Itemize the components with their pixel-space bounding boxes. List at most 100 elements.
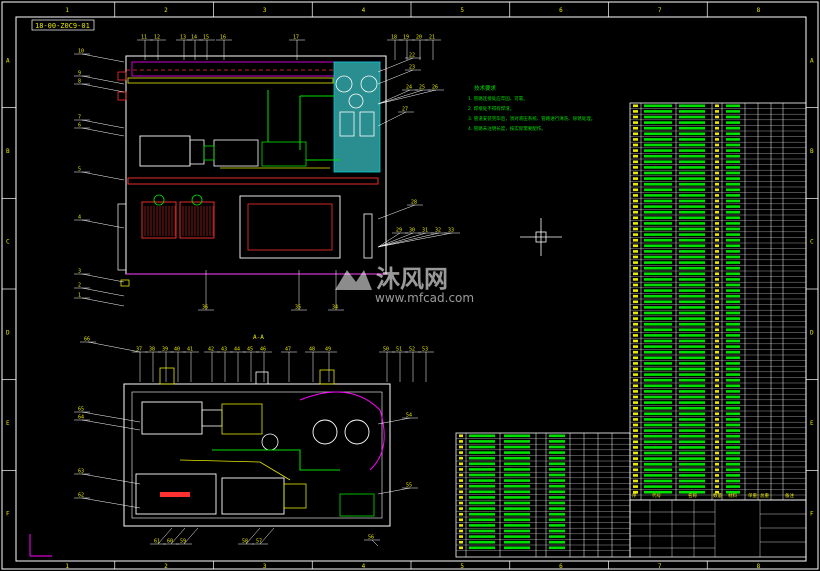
bom-qty-stub bbox=[715, 322, 719, 326]
zone-label-right: C bbox=[810, 239, 814, 246]
bom-num-stub bbox=[633, 132, 638, 136]
bom-num-stub bbox=[633, 362, 638, 365]
bom-text-stub bbox=[644, 300, 672, 304]
tech-requirements: 技术要求 1. 管路连接处应牢固、可靠。 2. 焊接处不得有焊渣。 3. 管道安装完毕… bbox=[468, 84, 595, 132]
bom-qty-stub bbox=[715, 177, 719, 180]
bom-text-stub bbox=[679, 418, 705, 421]
bom-num-stub bbox=[459, 501, 463, 505]
bom-num-stub bbox=[633, 390, 638, 393]
zone-label-left: D bbox=[6, 329, 10, 336]
bom-text-stub bbox=[726, 434, 740, 438]
bom-text-stub bbox=[679, 334, 705, 337]
filter-left bbox=[141, 201, 177, 239]
bom-qty-stub bbox=[715, 356, 719, 360]
motor-body bbox=[139, 135, 191, 167]
bom-qty-stub bbox=[715, 238, 719, 242]
zone-label-right: F bbox=[810, 511, 814, 518]
bom-qty-stub bbox=[715, 429, 719, 432]
bom-text-stub bbox=[679, 367, 705, 371]
part-number: 16 bbox=[220, 35, 226, 41]
bom-text-stub bbox=[679, 457, 705, 460]
part-number: 48 bbox=[309, 347, 315, 353]
part-number: 23 bbox=[409, 65, 415, 71]
bom-text-stub bbox=[679, 311, 705, 315]
part-number: 38 bbox=[149, 347, 155, 353]
bom-text-stub bbox=[726, 317, 740, 320]
bom-text-stub bbox=[726, 154, 740, 158]
bom-text-stub bbox=[644, 250, 672, 253]
bom-text-stub bbox=[644, 334, 672, 337]
zone-label-top: 8 bbox=[757, 7, 761, 14]
zone-label-top: 1 bbox=[65, 7, 69, 14]
cad-drawing-canvas[interactable]: 1122334455667788AABBCCDDEEFF 18-00-Z0C9-… bbox=[0, 0, 820, 571]
bom-text-stub bbox=[504, 518, 530, 522]
bom-text-stub bbox=[549, 434, 565, 438]
bom-text-stub bbox=[679, 238, 705, 242]
part-number: 45 bbox=[247, 347, 253, 353]
bom-text-stub bbox=[469, 473, 495, 477]
bom-text-stub bbox=[644, 356, 672, 360]
bom-num-stub bbox=[459, 440, 463, 443]
title-block bbox=[629, 499, 807, 558]
bom-num-stub bbox=[633, 412, 638, 416]
bom-num-stub bbox=[633, 395, 638, 399]
bom-text-stub bbox=[726, 300, 740, 304]
bom-num-stub bbox=[459, 535, 463, 538]
bom-text-stub bbox=[644, 390, 672, 393]
part-number: 1 bbox=[78, 293, 81, 299]
leader-line bbox=[81, 53, 125, 63]
bom-text-stub bbox=[504, 440, 530, 443]
bom-num-stub bbox=[459, 451, 463, 454]
bom-text-stub bbox=[726, 110, 740, 113]
bom-text-stub bbox=[679, 149, 705, 152]
bom-text-stub bbox=[679, 440, 705, 444]
bom-text-stub bbox=[549, 535, 565, 538]
bom-qty-stub bbox=[715, 339, 719, 343]
bom-header-label: 备注 bbox=[785, 492, 794, 499]
bom-qty-stub bbox=[715, 406, 719, 410]
bom-text-stub bbox=[549, 440, 565, 443]
bom-num-stub bbox=[633, 294, 638, 298]
bom-text-stub bbox=[644, 160, 672, 164]
bom-text-stub bbox=[726, 278, 740, 281]
bom-num-stub bbox=[633, 434, 638, 438]
port-1 bbox=[117, 71, 127, 81]
bom-text-stub bbox=[644, 177, 672, 180]
bom-num-stub bbox=[633, 423, 638, 427]
part-number: 9 bbox=[78, 71, 81, 77]
bom-text-stub bbox=[644, 126, 672, 130]
bom-qty-stub bbox=[715, 233, 719, 236]
zone-label-top: 5 bbox=[460, 7, 464, 14]
bom-num-stub bbox=[459, 524, 463, 527]
bom-num-stub bbox=[633, 429, 638, 432]
bom-text-stub bbox=[679, 406, 705, 410]
bom-num-stub bbox=[633, 317, 638, 320]
bom-text-stub bbox=[549, 462, 565, 466]
leader-line bbox=[377, 487, 411, 495]
bom-text-stub bbox=[469, 518, 495, 522]
part-number: 20 bbox=[416, 35, 422, 41]
bom-text-stub bbox=[726, 474, 740, 477]
bom-text-stub bbox=[504, 473, 530, 477]
part-number: 2 bbox=[78, 283, 81, 289]
leader-line bbox=[183, 527, 199, 545]
bom-num-stub bbox=[633, 440, 638, 444]
bom-qty-stub bbox=[715, 283, 719, 287]
bom-text-stub bbox=[644, 289, 672, 292]
lifting-lug-1 bbox=[159, 367, 175, 385]
bom-text-stub bbox=[549, 456, 565, 460]
leader-line bbox=[81, 419, 141, 431]
zone-label-left: C bbox=[6, 239, 10, 246]
bom-text-stub bbox=[644, 121, 672, 124]
bom-text-stub bbox=[679, 350, 705, 354]
zone-label-top: 7 bbox=[658, 7, 662, 14]
bom-text-stub bbox=[504, 451, 530, 454]
bom-qty-stub bbox=[715, 395, 719, 399]
bom-text-stub bbox=[469, 535, 495, 538]
filter-cap-right bbox=[191, 194, 203, 206]
bom-qty-stub bbox=[715, 412, 719, 416]
bom-qty-stub bbox=[715, 104, 719, 108]
bom-text-stub bbox=[679, 171, 705, 175]
bom-text-stub bbox=[644, 182, 672, 186]
bom-text-stub bbox=[644, 255, 672, 259]
